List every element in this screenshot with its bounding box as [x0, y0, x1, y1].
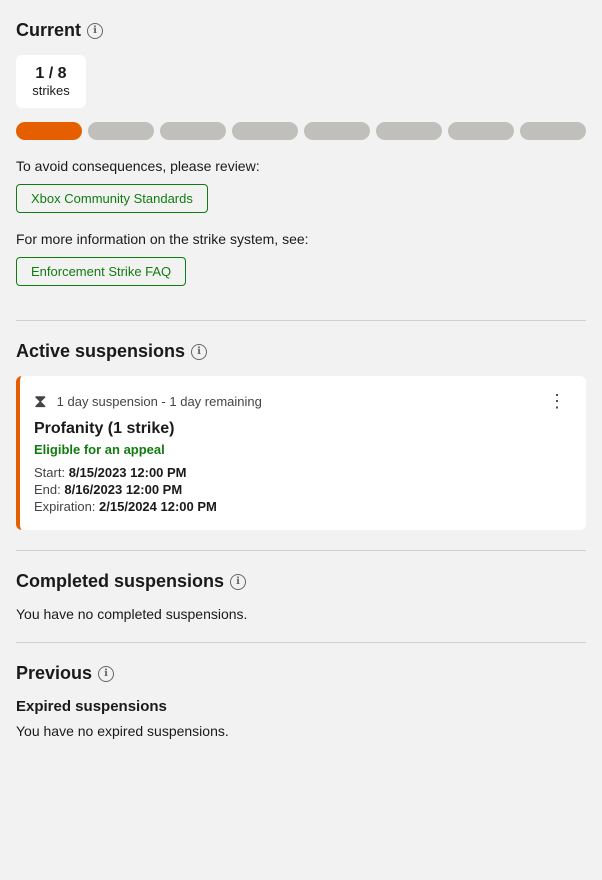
previous-info-icon[interactable]: ℹ	[98, 666, 114, 682]
start-label: Start:	[34, 465, 65, 480]
strike-segment-4	[232, 122, 298, 140]
expiration-label: Expiration:	[34, 499, 95, 514]
strike-segment-2	[88, 122, 154, 140]
strike-segment-8	[520, 122, 586, 140]
previous-section-header: Previous ℹ	[16, 663, 586, 684]
strike-segment-1	[16, 122, 82, 140]
strike-bar	[16, 122, 586, 140]
suspension-card-header: ⧗ 1 day suspension - 1 day remaining ⋮	[34, 390, 572, 412]
strike-segment-6	[376, 122, 442, 140]
more-options-button[interactable]: ⋮	[542, 390, 572, 412]
suspension-expiration: Expiration: 2/15/2024 12:00 PM	[34, 499, 572, 514]
strike-segment-7	[448, 122, 514, 140]
review-prompt: To avoid consequences, please review:	[16, 158, 586, 174]
divider-1	[16, 320, 586, 321]
current-section-header: Current ℹ	[16, 20, 586, 41]
suspension-card: ⧗ 1 day suspension - 1 day remaining ⋮ P…	[16, 376, 586, 530]
previous-title: Previous	[16, 663, 92, 684]
start-value: 8/15/2023 12:00 PM	[69, 465, 187, 480]
completed-suspensions-header: Completed suspensions ℹ	[16, 571, 586, 592]
end-value: 8/16/2023 12:00 PM	[64, 482, 182, 497]
suspension-appeal: Eligible for an appeal	[34, 442, 572, 457]
strikes-denominator: 8	[58, 65, 67, 82]
divider-2	[16, 550, 586, 551]
active-suspensions-title: Active suspensions	[16, 341, 185, 362]
suspension-start: Start: 8/15/2023 12:00 PM	[34, 465, 572, 480]
end-label: End:	[34, 482, 61, 497]
active-suspensions-header: Active suspensions ℹ	[16, 341, 586, 362]
completed-suspensions-title: Completed suspensions	[16, 571, 224, 592]
suspension-title: Profanity (1 strike)	[34, 420, 572, 438]
more-info-text: For more information on the strike syste…	[16, 231, 586, 247]
no-completed-text: You have no completed suspensions.	[16, 606, 586, 622]
current-title: Current	[16, 20, 81, 41]
strikes-fraction: 1 / 8	[32, 65, 70, 83]
page-container: Current ℹ 1 / 8 strikes To avoid consequ…	[0, 0, 602, 759]
strike-segment-5	[304, 122, 370, 140]
suspension-card-left: ⧗ 1 day suspension - 1 day remaining	[34, 391, 262, 412]
current-info-icon[interactable]: ℹ	[87, 23, 103, 39]
completed-suspensions-info-icon[interactable]: ℹ	[230, 574, 246, 590]
expiration-value: 2/15/2024 12:00 PM	[99, 499, 217, 514]
faq-link[interactable]: Enforcement Strike FAQ	[16, 257, 186, 286]
previous-section: Previous ℹ Expired suspensions You have …	[16, 663, 586, 739]
strike-segment-3	[160, 122, 226, 140]
active-suspensions-info-icon[interactable]: ℹ	[191, 344, 207, 360]
no-expired-text: You have no expired suspensions.	[16, 723, 586, 739]
strikes-separator: /	[49, 65, 58, 82]
hourglass-icon: ⧗	[34, 391, 47, 412]
strikes-badge: 1 / 8 strikes	[16, 55, 86, 108]
expired-title: Expired suspensions	[16, 698, 586, 715]
suspension-end: End: 8/16/2023 12:00 PM	[34, 482, 572, 497]
suspension-duration: 1 day suspension - 1 day remaining	[57, 394, 262, 409]
divider-3	[16, 642, 586, 643]
community-standards-link[interactable]: Xbox Community Standards	[16, 184, 208, 213]
strikes-label: strikes	[32, 83, 70, 98]
strikes-numerator: 1	[35, 65, 44, 82]
